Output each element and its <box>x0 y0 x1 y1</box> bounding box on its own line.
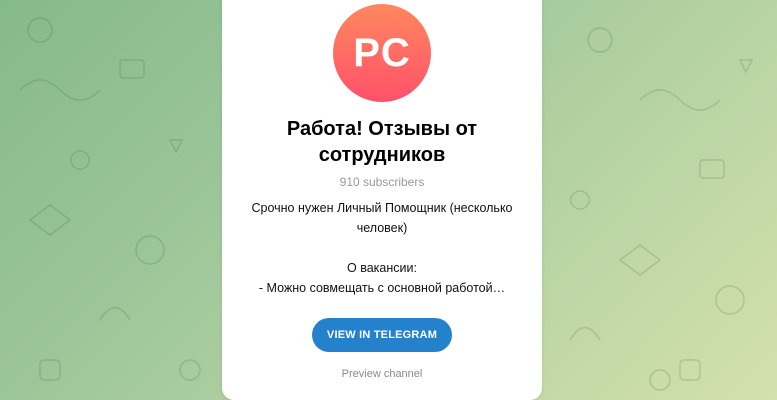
description-line: О вакансии: <box>347 261 417 275</box>
preview-channel-link[interactable]: Preview channel <box>342 368 423 380</box>
avatar-initials: PC <box>353 30 411 75</box>
channel-avatar: PC <box>333 4 431 102</box>
channel-card: PC Работа! Отзывы от сотрудников 910 sub… <box>222 0 542 400</box>
subscriber-count: 910 subscribers <box>339 175 425 189</box>
description-line: Срочно нужен Личный Помощник (несколько … <box>251 201 513 235</box>
description-line: - Можно совмещать с основной работой… <box>258 281 506 295</box>
channel-title: Работа! Отзывы от сотрудников <box>286 118 478 166</box>
view-in-telegram-button[interactable]: VIEW IN TELEGRAM <box>312 318 452 352</box>
channel-description: Срочно нужен Личный Помощник (несколько … <box>237 198 527 298</box>
